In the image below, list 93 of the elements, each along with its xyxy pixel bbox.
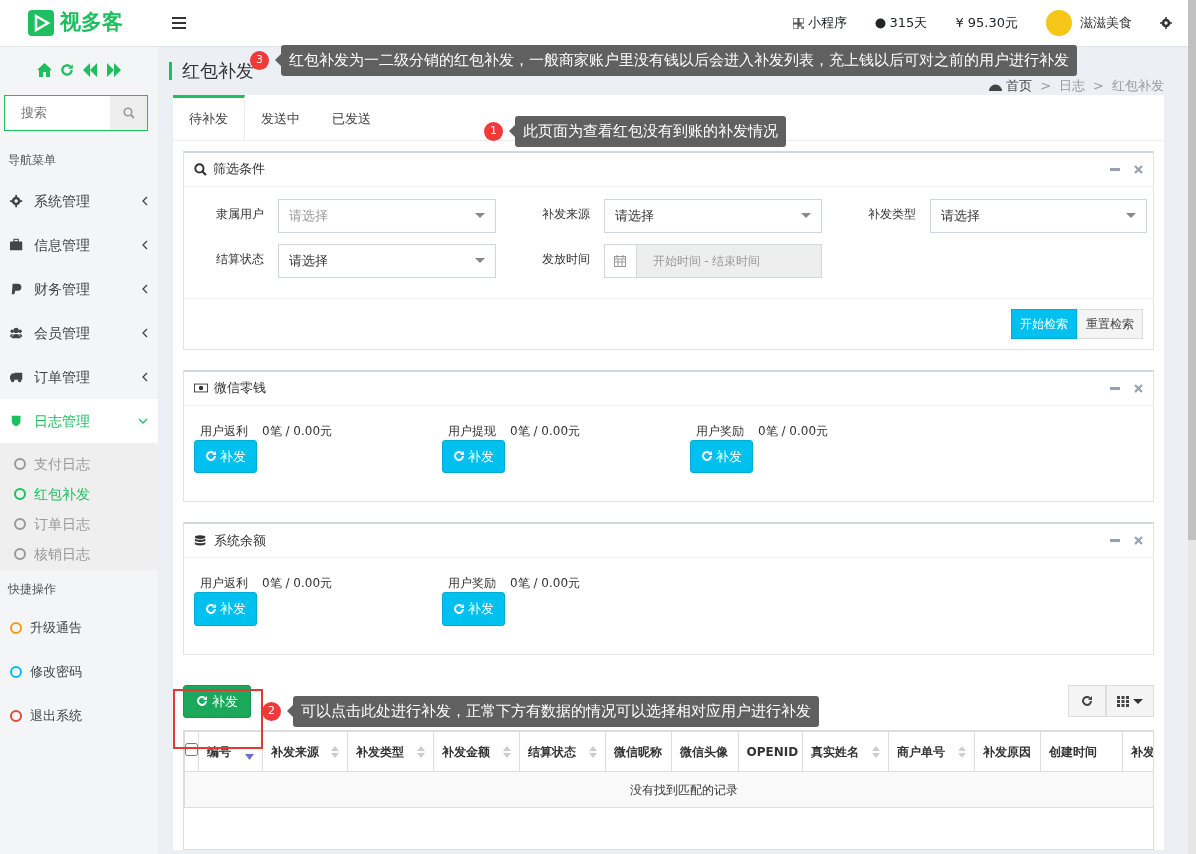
menu-item[interactable]: 信息管理 xyxy=(0,223,158,267)
amount-value: 0笔 / 0.00元 xyxy=(510,422,581,440)
amount-label: 用户奖励 xyxy=(696,422,744,440)
tab[interactable]: 已发送 xyxy=(316,95,387,140)
shield-icon xyxy=(10,414,24,428)
truck-icon xyxy=(10,370,24,384)
amount-value: 0笔 / 0.00元 xyxy=(262,575,333,592)
p-icon xyxy=(10,282,24,296)
database-icon xyxy=(194,533,208,548)
topbar-link[interactable]: 小程序 xyxy=(792,13,847,33)
breadcrumb-separator: > xyxy=(1040,77,1052,96)
tab[interactable]: 发送中 xyxy=(245,95,316,140)
column-header: 微信昵称 xyxy=(613,743,662,761)
select-field[interactable]: 请选择 xyxy=(929,198,1147,233)
search-icon xyxy=(194,162,207,176)
quick-link[interactable]: 退出系统 xyxy=(0,694,158,738)
sort-icon[interactable] xyxy=(503,745,511,758)
close-icon[interactable] xyxy=(1134,164,1143,174)
forward-icon[interactable] xyxy=(105,63,122,77)
section-title: 导航菜单 xyxy=(7,152,57,169)
search-button[interactable]: 重置检索 xyxy=(1077,308,1143,339)
minimize-icon[interactable] xyxy=(1110,386,1120,390)
menu-icon[interactable] xyxy=(172,17,186,29)
field-label: 隶属用户 xyxy=(215,205,264,223)
refresh-icon xyxy=(205,450,217,463)
badge-icon xyxy=(874,17,886,29)
callout: 此页面为查看红包没有到账的补发情况 xyxy=(509,116,786,147)
menu-item[interactable]: 系统管理 xyxy=(0,179,158,223)
panel-title: 系统余额 xyxy=(214,531,266,550)
sort-icon[interactable] xyxy=(331,745,340,758)
quick-link[interactable]: 修改密码 xyxy=(0,650,158,694)
refresh-icon xyxy=(453,450,465,463)
amount-label: 用户奖励 xyxy=(448,575,496,592)
panel-title: 筛选条件 xyxy=(213,160,265,179)
refresh-icon xyxy=(701,450,713,463)
callout: 红包补发为一二级分销的红包补发，一般商家账户里没有钱以后会进入补发列表，充上钱以后可对之前的用户进行补发 xyxy=(275,45,1077,76)
column-header: 创建时间 xyxy=(1048,743,1097,761)
field-label: 补发来源 xyxy=(540,205,590,223)
amount-label: 用户提现 xyxy=(448,422,496,440)
empty-message: 没有找到匹配的记录 xyxy=(630,782,738,797)
topbar-link[interactable]: ¥ 95.30元 xyxy=(955,13,1018,33)
sort-icon[interactable] xyxy=(871,745,880,758)
tab[interactable]: 待补发 xyxy=(173,95,245,140)
refresh-icon xyxy=(1081,695,1093,708)
panel-title: 微信零钱 xyxy=(214,379,266,398)
user-name[interactable]: 滋滋美食 xyxy=(1080,13,1132,33)
menu-item[interactable]: 订单管理 xyxy=(0,355,158,399)
amount-value: 0笔 / 0.00元 xyxy=(510,575,581,592)
amount-label: 用户返利 xyxy=(200,575,248,592)
qr-icon xyxy=(792,17,804,29)
refresh-icon xyxy=(453,602,465,615)
sort-icon[interactable] xyxy=(588,745,597,758)
field-label: 发放时间 xyxy=(540,250,590,268)
field-label: 结算状态 xyxy=(215,250,264,268)
refresh-button[interactable] xyxy=(1068,685,1106,718)
breadcrumb-separator: > xyxy=(1093,77,1104,96)
sort-icon[interactable] xyxy=(417,745,426,758)
breadcrumb-link[interactable]: 首页 xyxy=(989,76,1033,96)
callout: 可以点击此处进行补发，正常下方有数据的情况可以选择相对应用户进行补发 xyxy=(287,696,819,727)
logo-icon xyxy=(28,10,54,36)
close-icon[interactable] xyxy=(1134,383,1143,393)
briefcase-icon xyxy=(10,238,24,252)
sort-icon[interactable] xyxy=(957,745,966,758)
amount-value: 0笔 / 0.00元 xyxy=(262,422,333,440)
column-header: 补发原因 xyxy=(982,743,1031,761)
field-label: 补发类型 xyxy=(866,205,916,223)
quick-link[interactable]: 升级通告 xyxy=(0,606,158,650)
refresh-icon xyxy=(196,695,208,708)
brand-name: 视多客 xyxy=(60,9,123,37)
money-icon xyxy=(194,381,208,395)
topbar-link[interactable]: 315天 xyxy=(874,13,928,33)
refresh-icon xyxy=(205,602,217,615)
calendar-icon xyxy=(614,254,626,267)
refresh-icon[interactable] xyxy=(59,63,74,77)
users-icon xyxy=(10,326,24,340)
menu-item[interactable]: 财务管理 xyxy=(0,267,158,311)
columns-button[interactable] xyxy=(1106,685,1154,718)
select-all-checkbox[interactable] xyxy=(185,742,198,756)
select-field[interactable]: 请选择 xyxy=(278,243,496,278)
avatar xyxy=(1046,10,1072,36)
column-header: OPENID xyxy=(746,743,799,761)
close-icon[interactable] xyxy=(1134,536,1143,545)
amount-value: 0笔 / 0.00元 xyxy=(758,422,829,440)
home-icon[interactable] xyxy=(36,63,52,77)
menu-item[interactable]: 会员管理 xyxy=(0,311,158,355)
select-field[interactable]: 请选择 xyxy=(603,198,822,233)
column-header: 微信头像 xyxy=(680,743,729,761)
section-title: 快捷操作 xyxy=(7,581,57,598)
rewind-icon[interactable] xyxy=(81,63,98,77)
scrollbar[interactable] xyxy=(1188,0,1196,854)
minimize-icon[interactable] xyxy=(1110,167,1120,171)
amount-label: 用户返利 xyxy=(200,422,248,440)
grid-icon xyxy=(1117,695,1129,707)
